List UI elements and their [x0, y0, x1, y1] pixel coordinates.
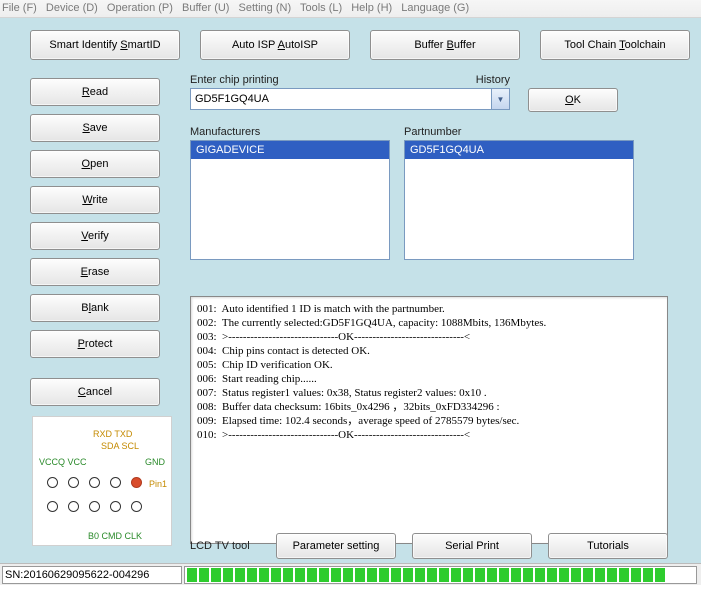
- verify-button[interactable]: Verify: [30, 222, 160, 250]
- log-output[interactable]: 001: Auto identified 1 ID is match with …: [190, 296, 668, 544]
- history-label: History: [476, 74, 510, 86]
- menu-language[interactable]: Language (G): [401, 2, 469, 14]
- buffer-button[interactable]: Buffer Buffer: [370, 30, 520, 60]
- chip-input[interactable]: [190, 88, 492, 110]
- list-item[interactable]: GD5F1GQ4UA: [405, 141, 633, 159]
- smart-identify-button[interactable]: Smart Identify SmartID: [30, 30, 180, 60]
- pin-icon: [89, 477, 100, 488]
- rx-txd-label: RXD TXD: [93, 429, 132, 439]
- main-panel: Smart Identify SmartID Auto ISP AutoISP …: [0, 18, 701, 563]
- manufacturers-listbox[interactable]: GIGADEVICE: [190, 140, 390, 260]
- menu-tools[interactable]: Tools (L): [300, 2, 342, 14]
- pin-icon: [110, 477, 121, 488]
- lcd-tv-tool-label: LCD TV tool: [190, 540, 260, 552]
- write-button[interactable]: Write: [30, 186, 160, 214]
- pin-icon: [47, 477, 58, 488]
- list-item[interactable]: GIGADEVICE: [191, 141, 389, 159]
- serial-number-label: SN:20160629095622-004296: [2, 566, 182, 584]
- pin-icon: [131, 501, 142, 512]
- pin-icon: [68, 501, 79, 512]
- menu-buffer[interactable]: Buffer (U): [182, 2, 229, 14]
- sda-scl-label: SDA SCL: [101, 441, 139, 451]
- status-bar: SN:20160629095622-004296: [0, 563, 701, 585]
- parameter-setting-button[interactable]: Parameter setting: [276, 533, 396, 559]
- menu-setting[interactable]: Setting (N): [239, 2, 292, 14]
- pin1-label: Pin1: [149, 479, 167, 489]
- menu-device[interactable]: Device (D): [46, 2, 98, 14]
- auto-isp-button[interactable]: Auto ISP AutoISP: [200, 30, 350, 60]
- gnd-label: GND: [145, 457, 165, 467]
- save-button[interactable]: Save: [30, 114, 160, 142]
- menu-file[interactable]: File (F): [2, 2, 37, 14]
- tutorials-button[interactable]: Tutorials: [548, 533, 668, 559]
- b0-cmd-clk-label: B0 CMD CLK: [88, 531, 142, 541]
- ok-button[interactable]: OK: [528, 88, 618, 112]
- erase-button[interactable]: Erase: [30, 258, 160, 286]
- vccq-label: VCCQ VCC: [39, 457, 87, 467]
- top-button-row: Smart Identify SmartID Auto ISP AutoISP …: [30, 30, 695, 60]
- blank-button[interactable]: Blank: [30, 294, 160, 322]
- chip-pinout-panel: RXD TXD SDA SCL VCCQ VCC GND Pin1 B0 CMD…: [32, 416, 172, 546]
- enter-chip-label: Enter chip printing: [190, 74, 279, 86]
- partnumber-label: Partnumber: [404, 126, 634, 138]
- cancel-button[interactable]: Cancel: [30, 378, 160, 406]
- toolchain-button[interactable]: Tool Chain Toolchain: [540, 30, 690, 60]
- pin-icon: [110, 501, 121, 512]
- chevron-down-icon[interactable]: ▼: [492, 88, 510, 110]
- menu-operation[interactable]: Operation (P): [107, 2, 173, 14]
- protect-button[interactable]: Protect: [30, 330, 160, 358]
- pin-icon: [47, 501, 58, 512]
- serial-print-button[interactable]: Serial Print: [412, 533, 532, 559]
- menu-help[interactable]: Help (H): [351, 2, 392, 14]
- pin1-icon: [131, 477, 142, 488]
- open-button[interactable]: Open: [30, 150, 160, 178]
- side-buttons: Read Save Open Write Verify Erase Blank …: [30, 78, 160, 406]
- pin-icon: [89, 501, 100, 512]
- bottom-button-row: LCD TV tool Parameter setting Serial Pri…: [190, 533, 670, 559]
- chip-combobox[interactable]: ▼: [190, 88, 510, 110]
- pin-icon: [68, 477, 79, 488]
- manufacturers-label: Manufacturers: [190, 126, 390, 138]
- menu-bar: File (F) Device (D) Operation (P) Buffer…: [0, 0, 701, 18]
- partnumber-listbox[interactable]: GD5F1GQ4UA: [404, 140, 634, 260]
- chip-select-area: Enter chip printing History ▼ OK Manufac…: [190, 74, 670, 260]
- progress-bar: [184, 566, 697, 584]
- read-button[interactable]: Read: [30, 78, 160, 106]
